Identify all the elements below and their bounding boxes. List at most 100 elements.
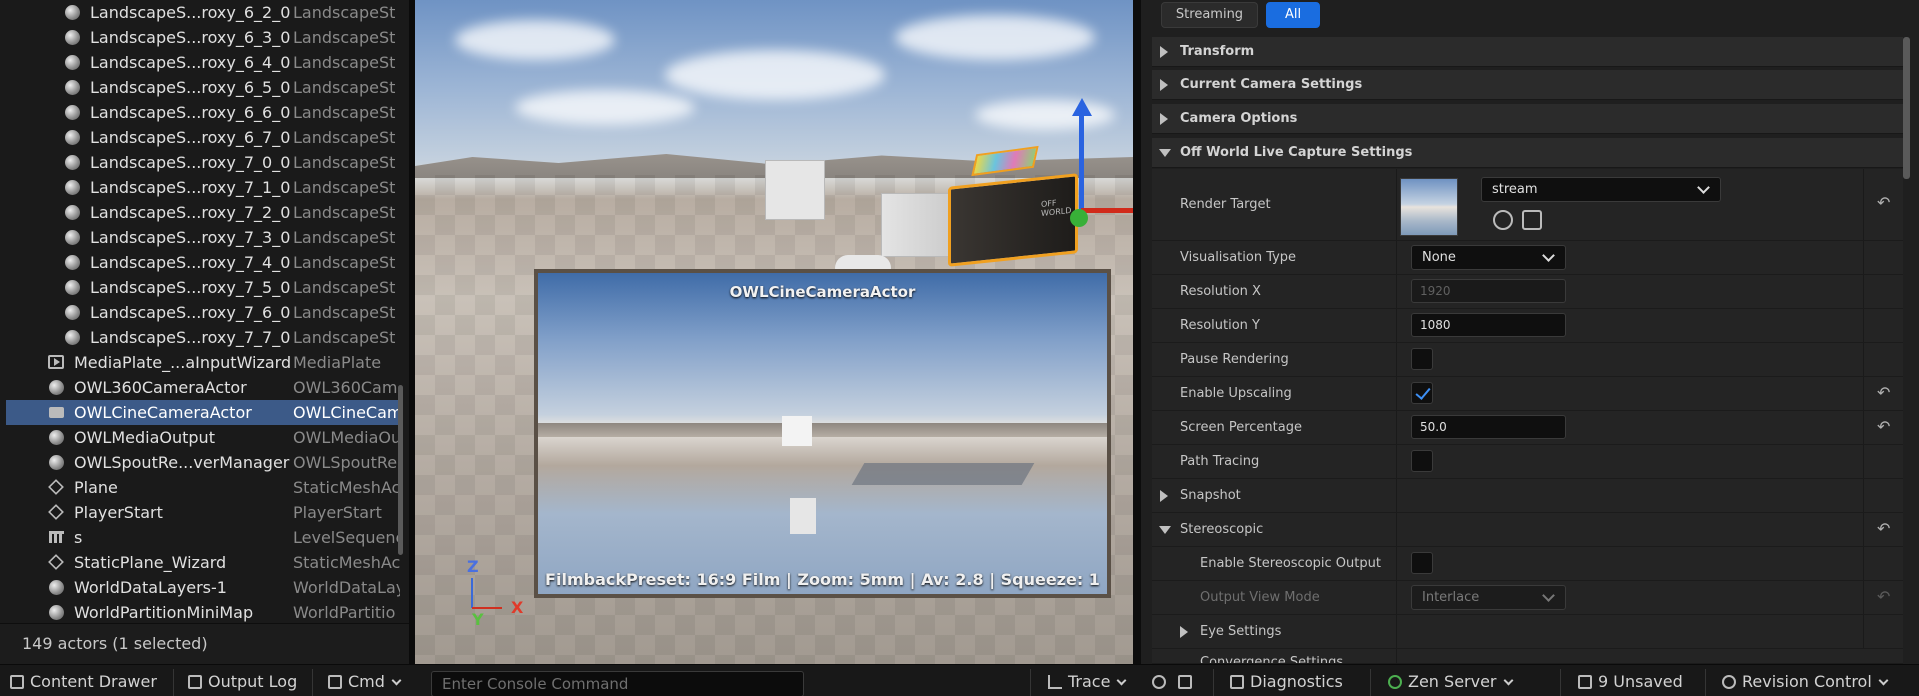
section-current-camera-settings[interactable]: Current Camera Settings <box>1152 70 1903 100</box>
outliner-row[interactable]: LandscapeS...roxy_7_7_0 LandscapeSt <box>6 325 400 350</box>
cmd-dropdown[interactable]: Cmd <box>328 672 402 696</box>
outliner-item-name: LandscapeS...roxy_6_3_0 <box>90 28 291 47</box>
level-viewport[interactable]: OFF WORLD OWLCineCameraActor FilmbackPre… <box>415 0 1133 664</box>
outliner-scrollbar[interactable] <box>398 385 403 555</box>
prop-pause-rendering: Pause Rendering <box>1152 343 1903 377</box>
outliner-item-name: LandscapeS...roxy_7_2_0 <box>90 203 291 222</box>
outliner-row[interactable]: LandscapeS...roxy_7_2_0 LandscapeSt <box>6 200 400 225</box>
subsection-eye-settings[interactable]: Eye Settings <box>1152 615 1903 649</box>
render-target-dropdown[interactable]: stream <box>1481 177 1721 202</box>
screenshot-button[interactable] <box>1178 672 1198 696</box>
collapse-arrow-icon[interactable] <box>1159 149 1171 157</box>
filter-streaming-button[interactable]: Streaming <box>1161 2 1258 28</box>
section-transform[interactable]: Transform <box>1152 37 1903 67</box>
outliner-row[interactable]: OWL360CameraActor OWL360Cam <box>6 375 400 400</box>
sphere-icon <box>48 379 64 395</box>
reset-to-default-icon[interactable]: ↶ <box>1877 383 1890 402</box>
expand-arrow-icon[interactable] <box>1160 46 1168 58</box>
outliner-row[interactable]: LandscapeS...roxy_6_2_0 LandscapeSt <box>6 0 400 25</box>
expand-arrow-icon[interactable] <box>1160 490 1168 502</box>
outliner-row[interactable]: PlayerStart PlayerStart <box>6 500 400 525</box>
trace-dropdown[interactable]: Trace <box>1048 672 1127 696</box>
reset-to-default-icon[interactable]: ↶ <box>1877 417 1890 436</box>
outliner-row[interactable]: WorldPartitionMiniMap WorldPartitio <box>6 600 400 623</box>
visualisation-type-dropdown[interactable]: None <box>1411 245 1566 270</box>
expand-arrow-icon[interactable] <box>1160 113 1168 125</box>
outliner-row[interactable]: Plane StaticMeshAc <box>6 475 400 500</box>
unsaved-button[interactable]: 9 Unsaved <box>1578 672 1683 696</box>
expand-arrow-icon[interactable] <box>1160 79 1168 91</box>
section-owl-capture-settings[interactable]: Off World Live Capture Settings <box>1152 138 1903 168</box>
gizmo-z-arrow-icon[interactable] <box>1072 98 1092 116</box>
enable-stereo-output-checkbox[interactable] <box>1411 552 1433 574</box>
collapse-arrow-icon[interactable] <box>1159 526 1171 534</box>
outliner-row[interactable]: OWLSpoutRe...verManager OWLSpoutRe <box>6 450 400 475</box>
use-selected-asset-icon[interactable] <box>1493 210 1513 230</box>
outliner-row[interactable]: LandscapeS...roxy_6_4_0 LandscapeSt <box>6 50 400 75</box>
outliner-row[interactable]: s LevelSequence <box>6 525 400 550</box>
outliner-item-type: LandscapeSt <box>293 28 396 47</box>
pause-rendering-checkbox[interactable] <box>1411 348 1433 370</box>
revision-control-dropdown[interactable]: Revision Control <box>1722 672 1889 696</box>
subsection-stereoscopic[interactable]: Stereoscopic ↶ <box>1152 513 1903 547</box>
path-tracing-checkbox[interactable] <box>1411 450 1433 472</box>
zen-server-label: Zen Server <box>1408 672 1497 691</box>
outliner-row[interactable]: OWLMediaOutput OWLMediaOu <box>6 425 400 450</box>
camera-preview-pip[interactable]: OWLCineCameraActor FilmbackPreset: 16:9 … <box>534 269 1111 598</box>
camera-icon-glyph <box>48 406 64 418</box>
screen-percentage-input[interactable]: 50.0 <box>1411 415 1566 439</box>
content-drawer-button[interactable]: Content Drawer <box>10 672 157 696</box>
subsection-snapshot[interactable]: Snapshot <box>1152 479 1903 513</box>
console-input[interactable]: Enter Console Command <box>431 671 804 696</box>
zen-server-dropdown[interactable]: Zen Server <box>1388 672 1513 696</box>
gizmo-x-axis[interactable] <box>1081 208 1133 213</box>
outliner-row[interactable]: MediaPlate_...aInputWizard MediaPlate <box>6 350 400 375</box>
record-button[interactable] <box>1152 672 1172 696</box>
render-target-thumbnail[interactable] <box>1400 178 1458 236</box>
enable-upscaling-checkbox[interactable] <box>1411 382 1433 404</box>
subsection-convergence-settings[interactable]: Convergence Settings <box>1152 649 1903 664</box>
outliner-row[interactable]: LandscapeS...roxy_7_3_0 LandscapeSt <box>6 225 400 250</box>
outliner-row[interactable]: OWLCineCameraActor OWLCineCam <box>6 400 400 425</box>
outliner-row[interactable]: StaticPlane_Wizard StaticMeshAc <box>6 550 400 575</box>
browse-asset-icon[interactable] <box>1522 210 1542 230</box>
output-log-button[interactable]: Output Log <box>188 672 297 696</box>
outliner-row[interactable]: LandscapeS...roxy_6_6_0 LandscapeSt <box>6 100 400 125</box>
owl-cine-camera-mesh[interactable]: OFF WORLD <box>948 173 1078 267</box>
outliner-item-type: WorldPartitio <box>293 603 396 622</box>
chevron-down-icon <box>1542 589 1555 602</box>
sphere-icon <box>64 279 80 295</box>
outliner-row[interactable]: LandscapeS...roxy_7_0_0 LandscapeSt <box>6 150 400 175</box>
filter-all-button[interactable]: All <box>1266 2 1320 28</box>
reset-to-default-icon[interactable]: ↶ <box>1877 519 1890 538</box>
reset-to-default-icon[interactable]: ↶ <box>1877 587 1890 606</box>
chevron-down-icon <box>1542 249 1555 262</box>
outliner-row[interactable]: LandscapeS...roxy_6_3_0 LandscapeSt <box>6 25 400 50</box>
outliner-row[interactable]: LandscapeS...roxy_6_5_0 LandscapeSt <box>6 75 400 100</box>
resolution-x-input[interactable]: 1920 <box>1411 279 1566 303</box>
zen-server-icon <box>1388 675 1402 689</box>
outliner-item-name: WorldDataLayers-1 <box>74 578 227 597</box>
prop-label: Output View Mode <box>1200 590 1320 605</box>
outliner-row[interactable]: WorldDataLayers-1 WorldDataLay <box>6 575 400 600</box>
expand-arrow-icon[interactable] <box>1180 626 1188 638</box>
outliner-item-type: OWLCineCam <box>293 403 400 422</box>
gizmo-z-axis[interactable] <box>1079 110 1084 220</box>
outliner-row[interactable]: LandscapeS...roxy_6_7_0 LandscapeSt <box>6 125 400 150</box>
gizmo-center-handle[interactable] <box>1070 209 1088 227</box>
outliner-row[interactable]: LandscapeS...roxy_7_5_0 LandscapeSt <box>6 275 400 300</box>
outliner-row[interactable]: LandscapeS...roxy_7_1_0 LandscapeSt <box>6 175 400 200</box>
sphere-icon <box>64 4 80 20</box>
diagnostics-button[interactable]: Diagnostics <box>1230 672 1343 696</box>
reset-to-default-icon[interactable]: ↶ <box>1877 193 1890 212</box>
section-camera-options[interactable]: Camera Options <box>1152 104 1903 134</box>
details-scrollbar[interactable] <box>1903 37 1910 179</box>
sphere-icon-glyph <box>64 104 80 120</box>
outliner-item-name: OWLSpoutRe...verManager <box>74 453 290 472</box>
sphere-icon <box>64 104 80 120</box>
output-view-mode-dropdown[interactable]: Interlace <box>1411 585 1566 610</box>
resolution-y-input[interactable]: 1080 <box>1411 313 1566 337</box>
section-label: Transform <box>1180 44 1255 59</box>
outliner-row[interactable]: LandscapeS...roxy_7_6_0 LandscapeSt <box>6 300 400 325</box>
outliner-row[interactable]: LandscapeS...roxy_7_4_0 LandscapeSt <box>6 250 400 275</box>
